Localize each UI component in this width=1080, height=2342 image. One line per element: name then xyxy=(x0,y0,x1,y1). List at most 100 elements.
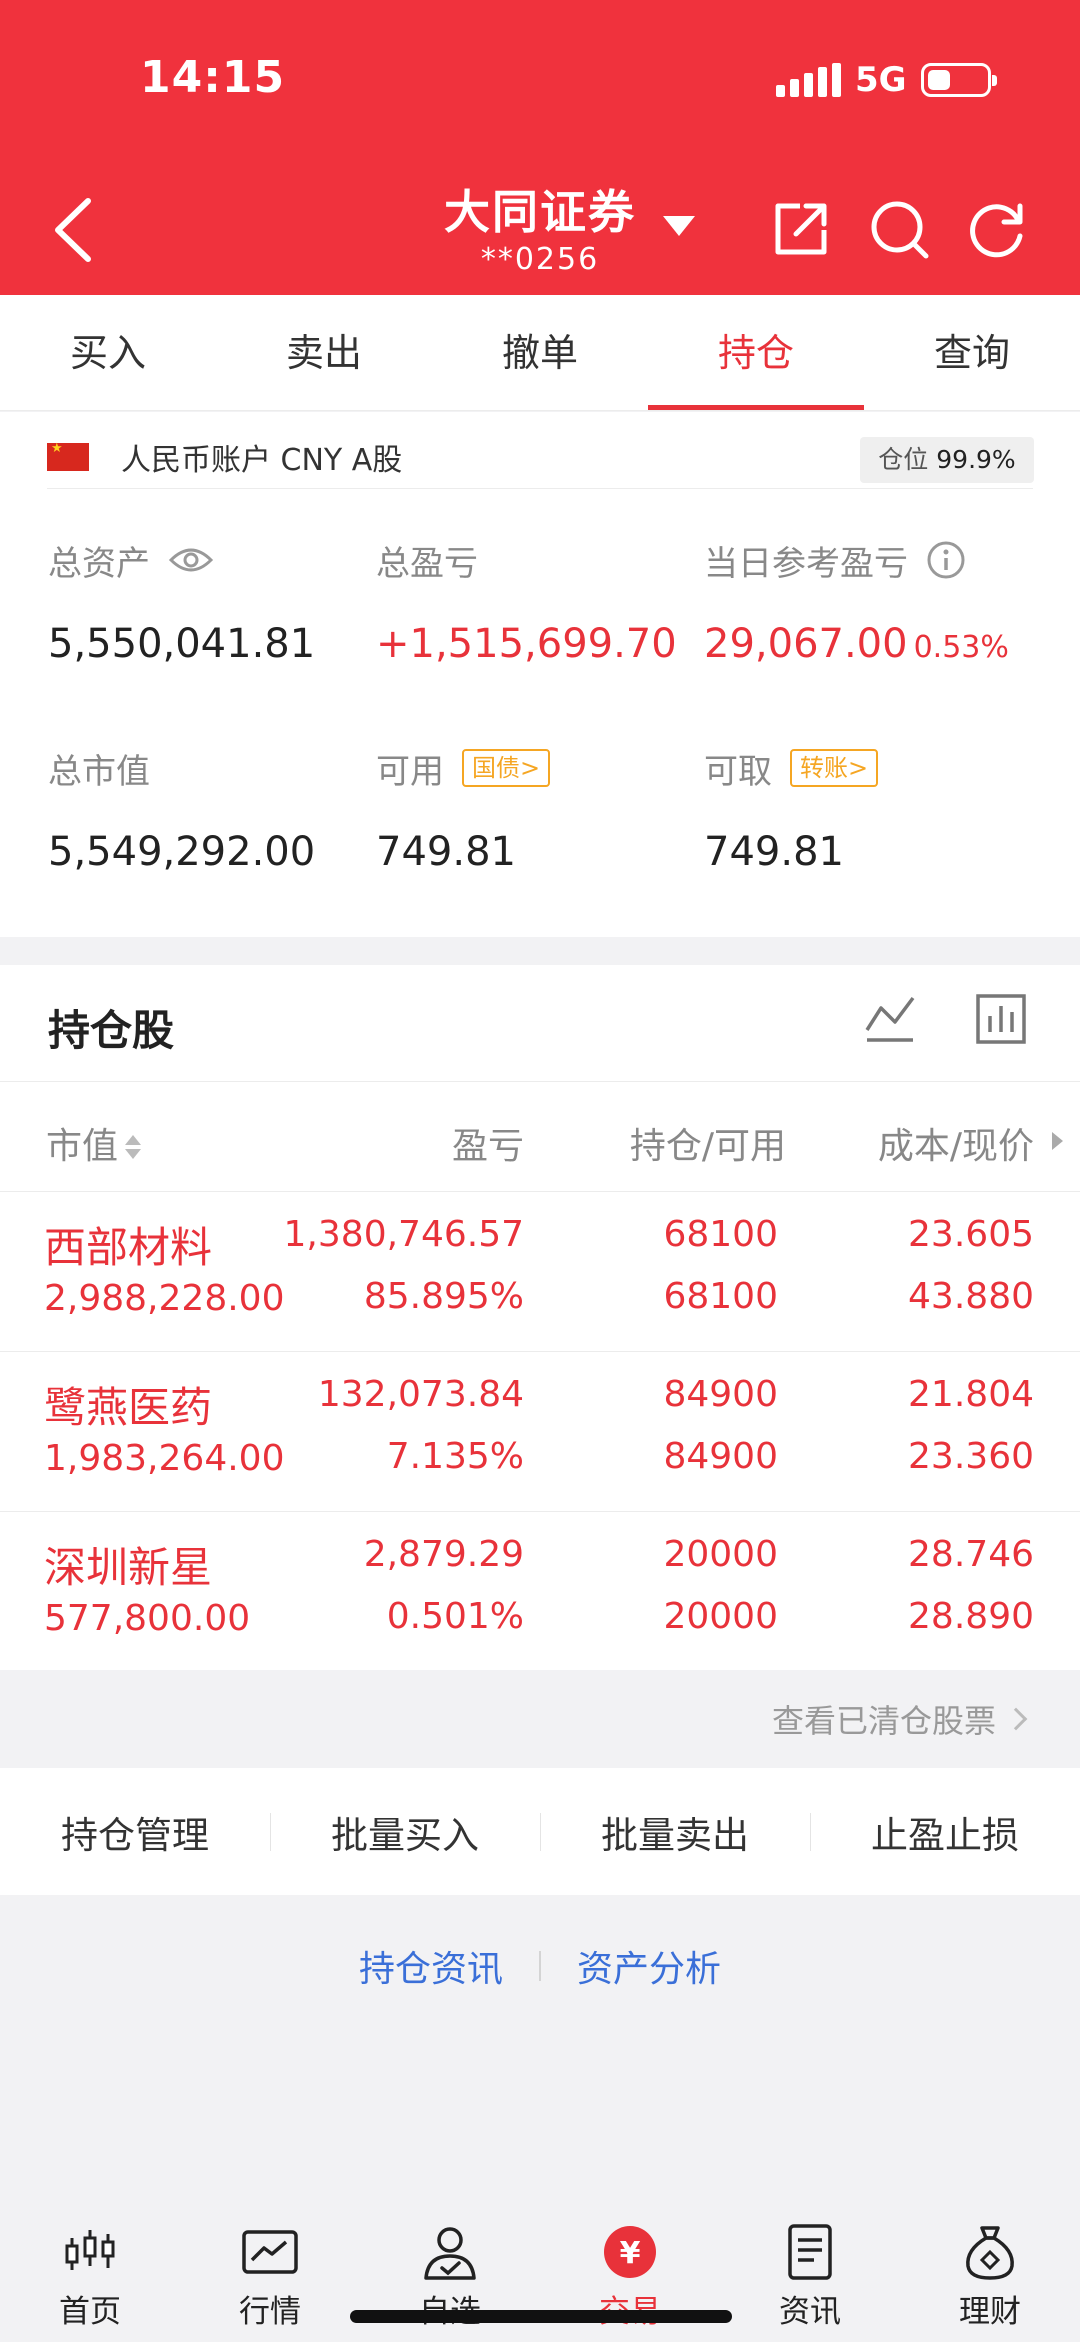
available-label: 可用 xyxy=(376,751,444,792)
stock-pnl: 1,380,746.57 xyxy=(283,1214,524,1255)
account-summary: 人民币账户 CNY A股 仓位 99.9% 总资产 5,550,041.81 总… xyxy=(0,412,1080,937)
stock-price: 43.880 xyxy=(908,1276,1034,1317)
stop-profit-loss-button[interactable]: 止盈止损 xyxy=(810,1805,1080,1859)
stock-position: 84900 xyxy=(663,1374,778,1415)
tab-query[interactable]: 查询 xyxy=(864,295,1080,410)
position-ratio-badge: 仓位 99.9% xyxy=(860,437,1034,483)
stock-pnl: 132,073.84 xyxy=(317,1374,524,1415)
stock-name: 西部材料 xyxy=(44,1223,213,1272)
tab-positions[interactable]: 持仓 xyxy=(648,295,864,410)
account-label: 人民币账户 CNY A股 xyxy=(121,443,403,478)
batch-sell-button[interactable]: 批量卖出 xyxy=(540,1805,810,1859)
home-indicator xyxy=(350,2310,732,2323)
share-icon[interactable] xyxy=(770,198,832,260)
status-time: 14:15 xyxy=(140,52,286,103)
total-assets-value: 5,550,041.81 xyxy=(48,621,316,667)
trade-tabs: 买入 卖出 撤单 持仓 查询 xyxy=(0,295,1080,411)
nav-home[interactable]: 首页 xyxy=(0,2204,180,2342)
stock-pnl: 2,879.29 xyxy=(363,1534,524,1575)
caret-down-icon[interactable] xyxy=(663,216,695,236)
bar-chart-icon[interactable] xyxy=(974,992,1028,1046)
daily-pnl-value: 29,067.00 xyxy=(704,621,908,667)
view-cleared-stocks-link[interactable]: 查看已清仓股票 xyxy=(0,1670,1080,1768)
stock-cost: 23.605 xyxy=(908,1214,1034,1255)
tab-sell[interactable]: 卖出 xyxy=(216,295,432,410)
stock-pnl-percent: 85.895% xyxy=(363,1276,524,1317)
scroll-right-icon[interactable] xyxy=(1052,1132,1063,1150)
column-market-value[interactable]: 市值 xyxy=(46,1117,142,1169)
withdrawable-funds: 可取 转账> 749.81 xyxy=(704,745,879,875)
info-icon[interactable] xyxy=(926,540,966,580)
network-type: 5G xyxy=(855,60,907,100)
withdrawable-value: 749.81 xyxy=(704,829,844,875)
stock-name: 鹭燕医药 xyxy=(44,1383,213,1432)
holdings-title: 持仓股 xyxy=(48,1006,175,1055)
china-flag-icon xyxy=(47,441,89,471)
search-icon[interactable] xyxy=(868,198,930,260)
holdings-news-link[interactable]: 持仓资讯 xyxy=(359,1940,503,1992)
divider xyxy=(539,1951,541,1981)
position-ratio-label: 仓位 xyxy=(878,445,929,474)
money-bag-icon xyxy=(966,2226,1014,2280)
table-row[interactable]: 西部材料 2,988,228.00 1,380,746.57 85.895% 6… xyxy=(0,1192,1080,1352)
total-assets: 总资产 5,550,041.81 xyxy=(48,537,316,668)
stock-price: 23.360 xyxy=(908,1436,1034,1477)
total-pnl-label: 总盈亏 xyxy=(376,543,478,584)
tab-buy[interactable]: 买入 xyxy=(0,295,216,410)
nav-wealth[interactable]: 理财 xyxy=(900,2204,1080,2342)
batch-buy-button[interactable]: 批量买入 xyxy=(270,1805,540,1859)
table-row[interactable]: 鹭燕医药 1,983,264.00 132,073.84 7.135% 8490… xyxy=(0,1352,1080,1512)
stock-available: 68100 xyxy=(663,1276,778,1317)
stock-position: 68100 xyxy=(663,1214,778,1255)
market-value-label: 总市值 xyxy=(48,751,150,792)
app-header: 14:15 5G 大同证券 **0256 xyxy=(0,0,1080,295)
footer-links: 持仓资讯 资产分析 xyxy=(0,1936,1080,1996)
battery-icon xyxy=(920,63,997,97)
available-funds: 可用 国债> 749.81 xyxy=(376,745,551,875)
total-pnl-value: +1,515,699.70 xyxy=(376,621,677,667)
yuan-coin-icon: ¥ xyxy=(604,2226,656,2278)
refresh-icon[interactable] xyxy=(966,198,1028,260)
treasury-bond-tag[interactable]: 国债> xyxy=(462,749,551,787)
total-pnl: 总盈亏 +1,515,699.70 xyxy=(376,537,677,668)
nav-market[interactable]: 行情 xyxy=(180,2204,360,2342)
stock-pnl-percent: 0.501% xyxy=(386,1596,524,1637)
column-pnl[interactable]: 盈亏 xyxy=(452,1117,524,1169)
daily-pnl-percent: 0.53% xyxy=(913,630,1009,665)
stock-pnl-percent: 7.135% xyxy=(386,1436,524,1477)
holdings-panel: 持仓股 市值 盈亏 持仓/可用 成本/现价 西部材料 2,988,228.00 … xyxy=(0,965,1080,1670)
column-cost-price[interactable]: 成本/现价 xyxy=(878,1117,1034,1169)
market-value-value: 5,549,292.00 xyxy=(48,829,316,875)
svg-text:¥: ¥ xyxy=(620,2236,641,2271)
divider xyxy=(47,488,1033,489)
nav-label: 自选 xyxy=(419,2286,481,2331)
column-label: 市值 xyxy=(46,1126,119,1167)
tab-cancel-order[interactable]: 撤单 xyxy=(432,295,648,410)
holdings-table-header: 市值 盈亏 持仓/可用 成本/现价 xyxy=(0,1082,1080,1192)
daily-pnl-label: 当日参考盈亏 xyxy=(704,543,908,584)
stock-market-value: 1,983,264.00 xyxy=(44,1438,285,1479)
account-selector[interactable]: 人民币账户 CNY A股 xyxy=(47,434,402,480)
table-row[interactable]: 深圳新星 577,800.00 2,879.29 0.501% 20000 20… xyxy=(0,1512,1080,1672)
daily-pnl: 当日参考盈亏 29,067.00 0.53% xyxy=(704,537,1009,667)
asset-analysis-link[interactable]: 资产分析 xyxy=(577,1940,721,1992)
stock-cost: 28.746 xyxy=(908,1534,1034,1575)
trend-line-icon[interactable] xyxy=(863,992,917,1046)
stock-price: 28.890 xyxy=(908,1596,1034,1637)
transfer-tag[interactable]: 转账> xyxy=(790,749,879,787)
manage-positions-button[interactable]: 持仓管理 xyxy=(0,1805,270,1859)
sort-icon xyxy=(124,1133,142,1163)
nav-label: 理财 xyxy=(959,2294,1021,2330)
column-position-available[interactable]: 持仓/可用 xyxy=(630,1117,786,1169)
position-ratio-value: 99.9% xyxy=(936,445,1016,474)
stock-available: 20000 xyxy=(663,1596,778,1637)
available-value: 749.81 xyxy=(376,829,516,875)
market-chart-icon xyxy=(242,2230,298,2274)
withdrawable-label: 可取 xyxy=(704,751,772,792)
stock-cost: 21.804 xyxy=(908,1374,1034,1415)
nav-news[interactable]: 资讯 xyxy=(720,2204,900,2342)
document-icon xyxy=(788,2224,832,2280)
stock-position: 20000 xyxy=(663,1534,778,1575)
eye-icon[interactable] xyxy=(168,545,214,575)
stock-market-value: 2,988,228.00 xyxy=(44,1278,285,1319)
